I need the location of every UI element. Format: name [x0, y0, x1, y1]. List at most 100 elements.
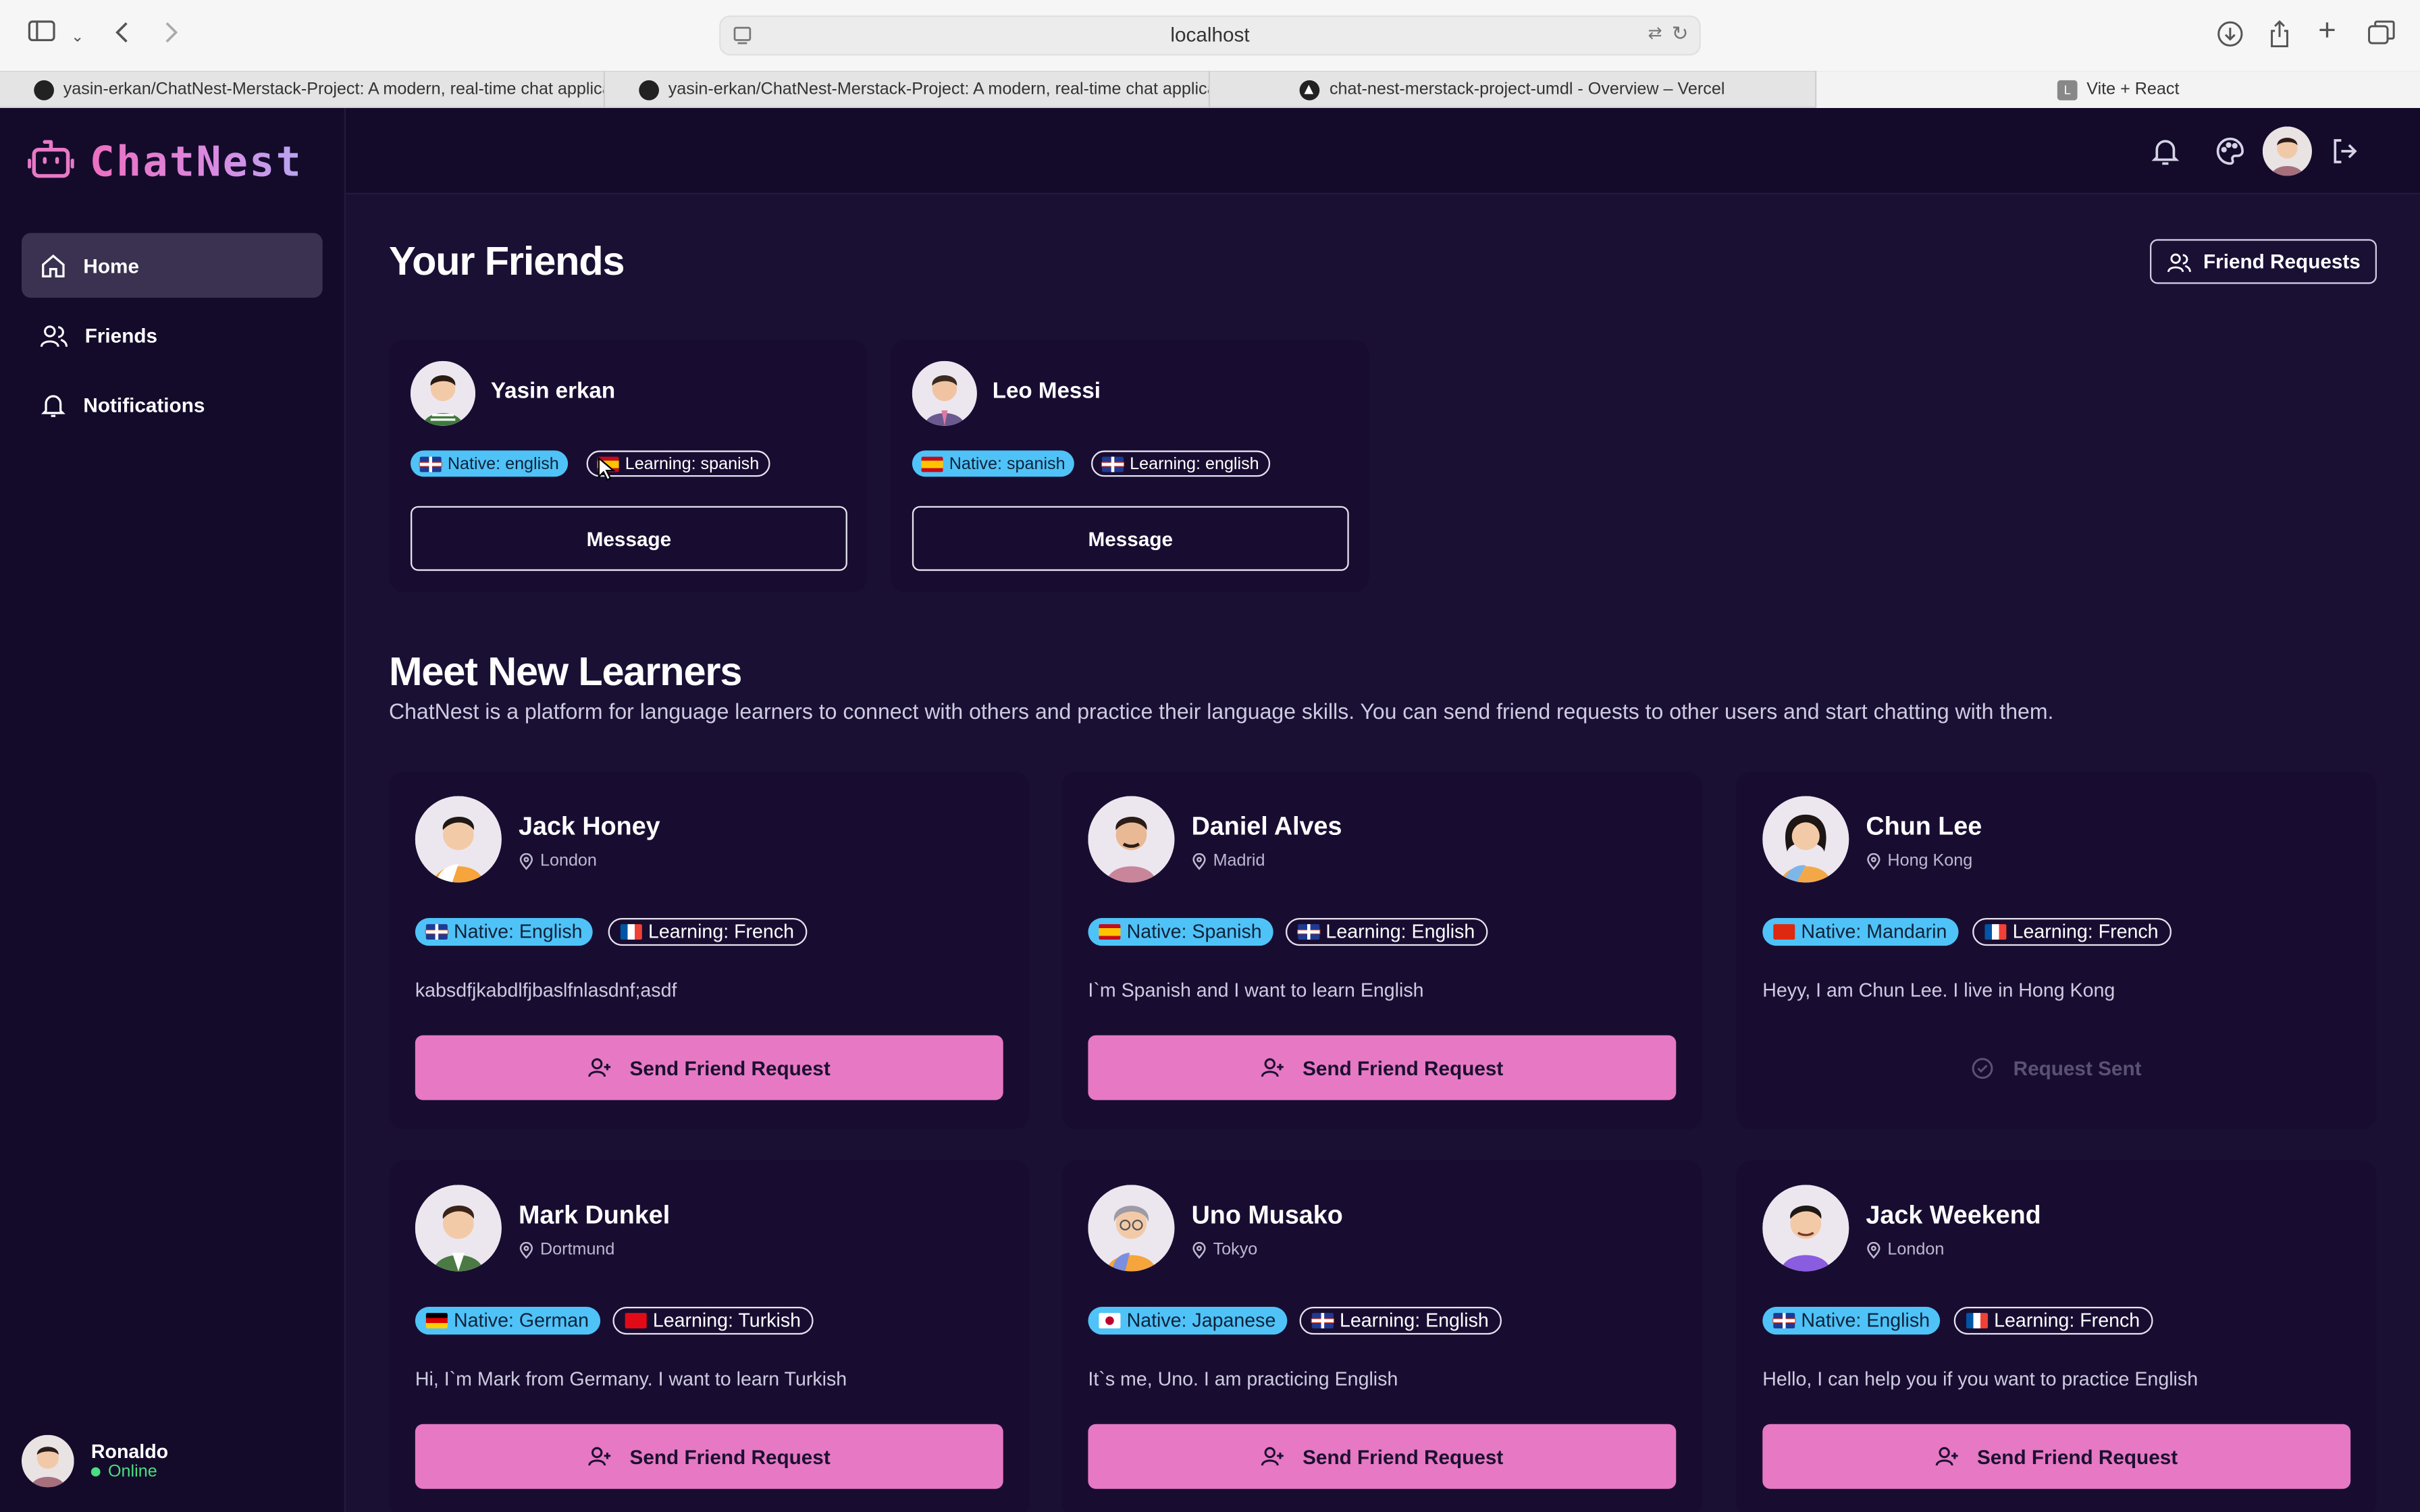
check-circle-icon: [1972, 1057, 1994, 1079]
sidebar-item-notifications[interactable]: Notifications: [22, 372, 323, 437]
location: Hong Kong: [1866, 852, 1972, 870]
button-label: Send Friend Request: [1303, 1056, 1504, 1079]
native-language-badge: Native: Japanese: [1088, 1307, 1287, 1335]
native-language-badge: Native: Spanish: [1088, 918, 1273, 946]
spain-flag-icon: [1099, 924, 1121, 940]
bell-icon[interactable]: [2150, 136, 2181, 174]
sidebar-item-label: Notifications: [83, 392, 205, 416]
map-pin-icon: [1192, 852, 1206, 869]
badge-text: Learning: French: [648, 921, 795, 943]
learner-bio: I`m Spanish and I want to learn English: [1088, 979, 1424, 1002]
user-plus-icon: [1261, 1058, 1284, 1077]
badge-text: Learning: Turkish: [652, 1310, 801, 1332]
learning-language-badge: Learning: English: [1299, 1307, 1502, 1335]
sidebar-item-home[interactable]: Home: [22, 233, 323, 298]
native-language-badge: Native: Mandarin: [1762, 918, 1958, 946]
sidebar-item-label: Friends: [84, 323, 158, 347]
user-plus-icon: [1261, 1447, 1284, 1466]
logout-icon[interactable]: [2329, 136, 2360, 174]
browser-tab[interactable]: yasin-erkan/ChatNest-Merstack-Project: A…: [605, 71, 1211, 108]
online-status: Online: [90, 1462, 168, 1482]
send-friend-request-button[interactable]: Send Friend Request: [415, 1424, 1003, 1489]
native-language-badge: Native: spanish: [912, 450, 1075, 477]
badge-text: Native: English: [1801, 1310, 1930, 1332]
uk-flag-icon: [1298, 924, 1320, 940]
tab-label: yasin-erkan/ChatNest-Merstack-Project: A…: [63, 80, 606, 99]
learning-language-badge: Learning: Turkish: [612, 1307, 814, 1335]
back-icon[interactable]: [114, 20, 130, 45]
learner-name: Chun Lee: [1866, 813, 1982, 841]
tab-bar: yasin-erkan/ChatNest-Merstack-Project: A…: [0, 71, 2420, 108]
download-icon[interactable]: [2216, 20, 2244, 48]
browser-tab-active[interactable]: L Vite + React: [1816, 71, 2420, 108]
new-tab-icon[interactable]: +: [2318, 16, 2336, 47]
friend-requests-label: Friend Requests: [2203, 250, 2361, 273]
reload-icon[interactable]: ↻: [1672, 22, 1689, 47]
avatar: [1762, 1185, 1849, 1272]
browser-tab[interactable]: chat-nest-merstack-project-umdl - Overvi…: [1210, 71, 1817, 108]
page-title: Your Friends: [389, 238, 625, 284]
send-friend-request-button[interactable]: Send Friend Request: [415, 1035, 1003, 1100]
tab-overview-icon[interactable]: [2367, 20, 2395, 45]
location: London: [1866, 1241, 1944, 1259]
location-text: Madrid: [1213, 851, 1265, 871]
avatar: [411, 360, 476, 426]
online-dot: [90, 1467, 101, 1477]
avatar: [1088, 796, 1175, 883]
section-title: Meet New Learners: [389, 648, 742, 695]
japan-flag-icon: [1099, 1313, 1121, 1329]
message-button[interactable]: Message: [912, 506, 1349, 571]
share-icon[interactable]: [2267, 20, 2292, 48]
status-text: Online: [108, 1462, 157, 1482]
learner-card: Mark Dunkel Dortmund Native: German Lear…: [389, 1160, 1030, 1512]
send-friend-request-button[interactable]: Send Friend Request: [1088, 1424, 1677, 1489]
logo[interactable]: ChatNest: [27, 136, 303, 190]
forward-icon[interactable]: [163, 20, 179, 45]
learner-name: Jack Weekend: [1866, 1202, 2041, 1230]
brand-name: ChatNest: [89, 138, 303, 187]
tab-label: chat-nest-merstack-project-umdl - Overvi…: [1329, 80, 1725, 99]
send-friend-request-button[interactable]: Send Friend Request: [1088, 1035, 1677, 1100]
badge-text: Learning: French: [1994, 1310, 2140, 1332]
sidebar: ChatNest Home Friends Notifications Rona…: [0, 108, 346, 1512]
current-user[interactable]: Ronaldo Online: [22, 1434, 169, 1488]
badge-text: Learning: spanish: [625, 454, 760, 473]
uk-flag-icon: [1311, 1313, 1334, 1329]
learner-name: Mark Dunkel: [519, 1202, 670, 1230]
location: London: [519, 852, 597, 870]
uk-flag-icon: [1102, 456, 1124, 472]
mouse-cursor-icon: [598, 456, 616, 489]
map-pin-icon: [519, 852, 533, 869]
button-label: Send Friend Request: [629, 1444, 831, 1468]
profile-avatar[interactable]: [2262, 126, 2313, 176]
button-label: Send Friend Request: [629, 1056, 831, 1079]
learning-language-badge: Learning: English: [1286, 918, 1488, 946]
current-user-name: Ronaldo: [90, 1440, 169, 1463]
translate-icon[interactable]: ⇄: [1648, 23, 1662, 43]
germany-flag-icon: [425, 1313, 448, 1329]
map-pin-icon: [1867, 1241, 1880, 1258]
chevron-down-icon[interactable]: ⌄: [71, 23, 84, 54]
avatar: [912, 360, 977, 426]
turkey-flag-icon: [625, 1313, 647, 1329]
palette-icon[interactable]: [2215, 136, 2246, 174]
location-text: Tokyo: [1213, 1240, 1258, 1260]
message-button[interactable]: Message: [411, 506, 847, 571]
friend-requests-button[interactable]: Friend Requests: [2150, 239, 2377, 284]
vercel-icon: [1300, 79, 1321, 100]
location-text: Dortmund: [540, 1240, 615, 1260]
learner-bio: Hi, I`m Mark from Germany. I want to lea…: [415, 1368, 847, 1390]
users-icon: [40, 325, 68, 346]
location-text: London: [540, 851, 597, 871]
learning-language-badge: Learning: French: [1953, 1307, 2153, 1335]
friend-card: Leo Messi Native: spanish Learning: engl…: [890, 339, 1369, 593]
friend-card: Yasin erkan Native: english Learning: sp…: [389, 339, 868, 593]
native-language-badge: Native: German: [415, 1307, 600, 1335]
section-description: ChatNest is a platform for language lear…: [389, 699, 2054, 724]
browser-tab[interactable]: yasin-erkan/ChatNest-Merstack-Project: A…: [0, 71, 606, 108]
address-bar[interactable]: localhost ⇄ ↻: [719, 15, 1701, 56]
sidebar-item-friends[interactable]: Friends: [22, 302, 323, 367]
sidebar-item-label: Home: [83, 254, 140, 277]
send-friend-request-button[interactable]: Send Friend Request: [1762, 1424, 2351, 1489]
sidebar-toggle-icon[interactable]: [28, 20, 55, 42]
